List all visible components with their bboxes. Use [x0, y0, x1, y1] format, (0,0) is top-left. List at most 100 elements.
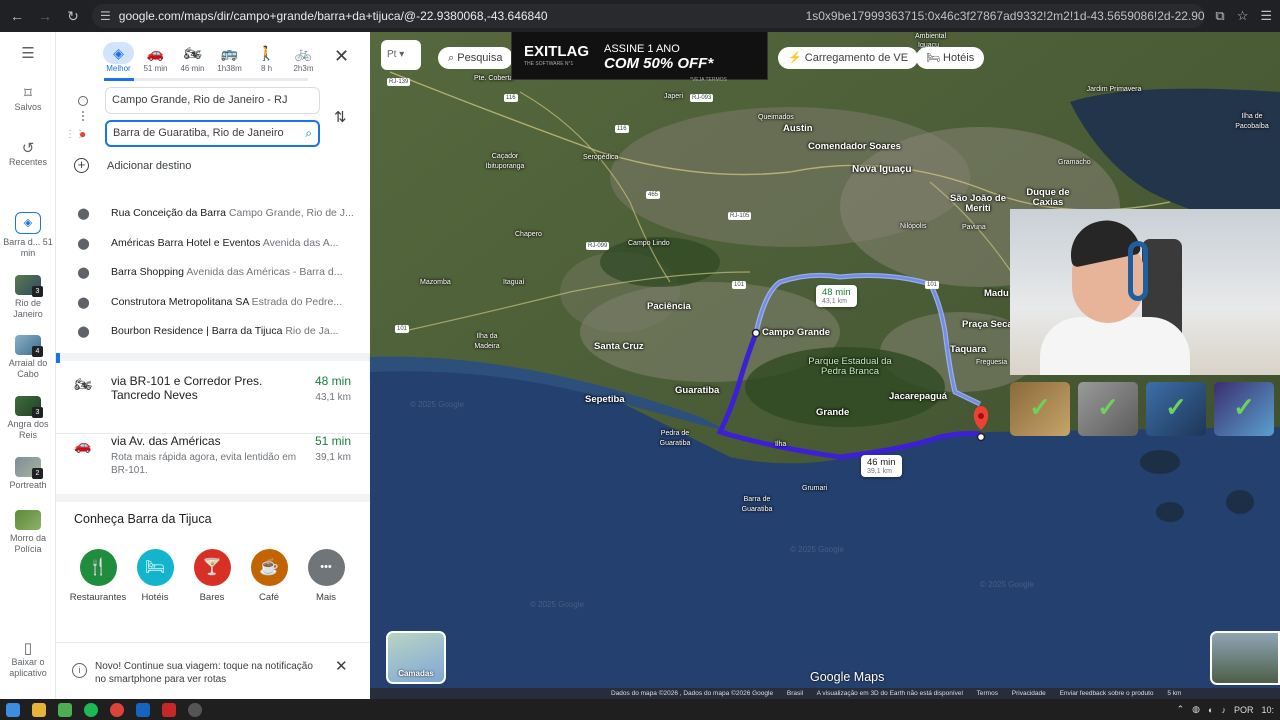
- suggestion-item[interactable]: ⬤ Construtora Metropolitana SA Estrada d…: [56, 287, 370, 317]
- windows-taskbar: ⌃ ◍ ◐ ♪ POR 10:: [0, 699, 1280, 720]
- close-directions-icon[interactable]: ✕: [334, 46, 349, 67]
- notice-text: Novo! Continue sua viagem: toque na noti…: [95, 661, 313, 685]
- origin-input[interactable]: Campo Grande, Rio de Janeiro - RJ: [105, 87, 320, 114]
- category-label: Café: [258, 592, 280, 603]
- mode-label: 1h38m: [217, 64, 242, 73]
- place-label: Praça Seca: [962, 319, 1013, 330]
- chrome-icon[interactable]: [110, 702, 124, 717]
- footer-terms[interactable]: Termos: [977, 690, 998, 697]
- forward-icon[interactable]: →: [36, 8, 54, 24]
- rail-item-morro[interactable]: Morro da Polícia: [0, 510, 56, 555]
- clock[interactable]: 10:: [1261, 705, 1274, 715]
- rail-item-portreath[interactable]: 2 Portreath: [0, 457, 56, 491]
- tray-icon[interactable]: ⌃: [1177, 704, 1185, 715]
- category-cafe[interactable]: ☕ Café: [240, 549, 298, 603]
- rail-item-rio[interactable]: 3 Rio de Janeiro: [0, 275, 56, 320]
- app-icon[interactable]: [136, 702, 150, 717]
- motorcycle-icon: 🏍: [183, 45, 202, 61]
- tray-icon[interactable]: ◍: [1192, 704, 1200, 715]
- footer-country[interactable]: Brasil: [787, 690, 803, 697]
- suggestion-item[interactable]: ⬤ Barra Shopping Avenida das Américas - …: [56, 257, 370, 287]
- footer-feedback[interactable]: Enviar feedback sobre o produto: [1060, 690, 1154, 697]
- recent-button[interactable]: ↺ Recentes: [0, 141, 56, 168]
- rail-item-arraial[interactable]: 4 Arraial do Cabo: [0, 335, 56, 380]
- destination-text: Barra de Guaratiba, Rio de Janeiro: [113, 127, 284, 139]
- tray-icon[interactable]: ◐: [1208, 705, 1213, 715]
- rail-item-label: Portreath: [9, 480, 47, 490]
- map-canvas[interactable]: © 2025 Google © 2025 Google © 2025 Googl…: [370, 32, 1280, 699]
- motorcycle-icon: 🏍: [74, 376, 92, 392]
- route-callout-2[interactable]: 46 min 39,1 km: [861, 455, 902, 477]
- category-bars[interactable]: 🍸 Bares: [183, 549, 241, 603]
- mode-walk[interactable]: 🚶 8 h: [248, 42, 285, 73]
- place-label: Queimados: [758, 114, 794, 121]
- add-destination-button[interactable]: + Adicionar destino: [74, 158, 191, 173]
- check-icon: ✓: [1097, 392, 1119, 422]
- thumbnail: ✓: [1146, 382, 1206, 436]
- suggestion-sub: Campo Grande, Rio de J...: [228, 207, 354, 219]
- install-icon[interactable]: ⧉: [1215, 8, 1224, 24]
- system-tray: ⌃ ◍ ◐ ♪ POR 10:: [1177, 704, 1274, 715]
- route-option-1[interactable]: 🏍 via BR-101 e Corredor Pres. Tancredo N…: [56, 374, 370, 419]
- mode-bicycle[interactable]: 🚲 2h3m: [285, 42, 322, 73]
- app-icon[interactable]: [162, 702, 176, 717]
- back-icon[interactable]: ←: [8, 8, 26, 24]
- chip-hotels[interactable]: 🛏 Hotéis: [916, 47, 985, 69]
- reload-icon[interactable]: ↻: [64, 8, 82, 25]
- language-indicator[interactable]: POR: [1234, 705, 1254, 715]
- ad-line-1: ASSINE 1 ANO: [604, 43, 680, 55]
- place-thumbnail: 3: [15, 396, 43, 418]
- menu-button[interactable]: ☰: [0, 46, 56, 62]
- spotify-icon[interactable]: [84, 702, 98, 717]
- exitlag-ad-banner[interactable]: 2026 EXITLAG THE SOFTWARE N°1 ASSINE 1 A…: [511, 32, 768, 83]
- place-label: Nilópolis: [900, 223, 927, 230]
- mode-car[interactable]: 🚗 51 min: [137, 42, 174, 73]
- rail-active-route[interactable]: ◈ Barra d... 51 min: [0, 212, 56, 259]
- reading-list-icon[interactable]: ☰: [1260, 8, 1272, 24]
- route-option-2[interactable]: 🚗 via Av. das Américas Rota mais rápida …: [56, 433, 370, 483]
- map-style-select[interactable]: Pt ▾: [381, 40, 421, 70]
- webcam-overlay: [1010, 209, 1280, 375]
- svg-text:© 2025 Google: © 2025 Google: [530, 600, 584, 609]
- search-icon[interactable]: ⌕: [305, 122, 312, 145]
- recent-label: Recentes: [8, 157, 48, 167]
- footer-privacy[interactable]: Privacidade: [1012, 690, 1046, 697]
- place-label: São João de Meriti: [950, 193, 1006, 214]
- dismiss-notice-icon[interactable]: ✕: [335, 657, 348, 675]
- app-icon[interactable]: [58, 702, 72, 717]
- obs-icon[interactable]: [188, 702, 202, 717]
- category-more[interactable]: ••• Mais: [297, 549, 355, 603]
- site-info-icon[interactable]: ☰: [100, 9, 111, 23]
- suggestion-item[interactable]: ⬤ Rua Conceição da Barra Campo Grande, R…: [56, 198, 370, 228]
- mode-best[interactable]: ◈ Melhor: [100, 42, 137, 73]
- category-restaurants[interactable]: 🍴 Restaurantes: [69, 549, 127, 603]
- category-hotels[interactable]: 🛏 Hotéis: [126, 549, 184, 603]
- bookmark-star-icon[interactable]: ☆: [1237, 8, 1249, 24]
- bar-icon: 🍸: [193, 549, 231, 586]
- suggestion-title: Barra Shopping: [111, 266, 184, 278]
- suggestion-sub: Avenida das Américas - Barra d...: [186, 266, 343, 278]
- route-callout-1[interactable]: 48 min 43,1 km: [816, 285, 857, 307]
- pin-icon: ⬤: [77, 296, 90, 309]
- layers-label: Camadas: [398, 669, 434, 678]
- rail-item-angra[interactable]: 3 Angra dos Reis: [0, 396, 56, 441]
- destination-input[interactable]: Barra de Guaratiba, Rio de Janeiro ⌕: [105, 120, 320, 147]
- search-chip[interactable]: ⌕ Pesquisa: [438, 47, 513, 69]
- suggestion-item[interactable]: ⬤ Américas Barra Hotel e Eventos Avenida…: [56, 228, 370, 258]
- chip-ev-charging[interactable]: ⚡ Carregamento de VE: [778, 47, 919, 69]
- speaker-icon[interactable]: ♪: [1221, 705, 1226, 715]
- file-explorer-icon[interactable]: [32, 702, 46, 717]
- saved-button[interactable]: ⌑ Salvos: [0, 86, 56, 113]
- ad-logo: EXITLAG: [524, 43, 590, 60]
- address-bar[interactable]: ☰ google.com/maps/dir/campo+grande/barra…: [92, 4, 1206, 28]
- mode-transit[interactable]: 🚌 1h38m: [211, 42, 248, 73]
- start-icon[interactable]: [6, 702, 20, 717]
- explore-title: Conheça Barra da Tijuca: [74, 512, 212, 526]
- layers-button[interactable]: Camadas: [386, 631, 446, 684]
- travel-modes: ◈ Melhor 🚗 51 min 🏍 46 min 🚌 1h38m 🚶 8 h 🚲 2h3…: [100, 42, 322, 73]
- swap-icon[interactable]: ⇅: [334, 108, 347, 126]
- suggestion-item[interactable]: ⬤ Bourbon Residence | Barra da Tijuca Ri…: [56, 316, 370, 346]
- download-app-button[interactable]: ▯ Baixar o aplicativo: [0, 641, 56, 679]
- street-view-preview[interactable]: [1210, 631, 1280, 685]
- mode-motorcycle[interactable]: 🏍 46 min: [174, 42, 211, 73]
